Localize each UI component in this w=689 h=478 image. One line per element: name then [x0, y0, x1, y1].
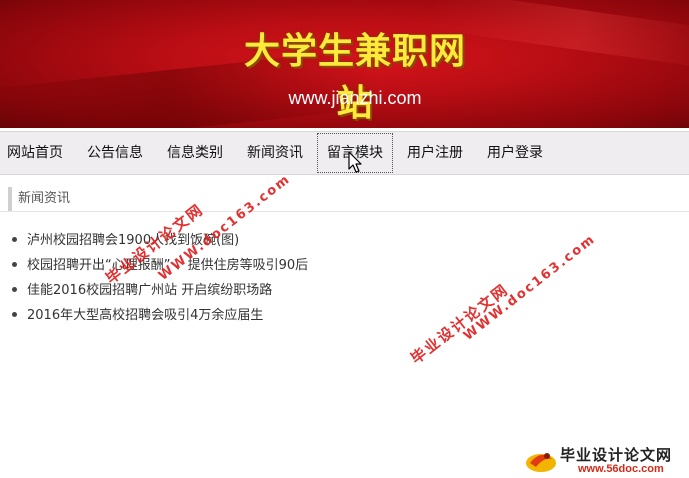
news-link[interactable]: 佳能2016校园招聘广州站 开启缤纷职场路 [27, 283, 272, 298]
site-banner: 大学生兼职网站 www.jianzhi.com [0, 0, 689, 128]
news-link[interactable]: 2016年大型高校招聘会吸引4万余应届生 [27, 308, 263, 323]
site-title: 大学生兼职网站 [243, 31, 466, 124]
logo-icon [526, 453, 556, 472]
section-title: 新闻资讯 [8, 187, 689, 211]
corner-logo: 毕业设计论文网 www.56doc.com [520, 443, 689, 478]
news-link[interactable]: 校园招聘开出“心理报酬” 、提供住房等吸引90后 [27, 258, 308, 273]
corner-logo-url: www.56doc.com [578, 463, 664, 475]
nav-item-news[interactable]: 新闻资讯 [247, 134, 303, 172]
news-link[interactable]: 泸州校园招聘会1900人找到饭碗(图) [27, 233, 239, 248]
bullet-icon [12, 287, 17, 292]
section-divider [0, 211, 689, 212]
news-list: 泸州校园招聘会1900人找到饭碗(图) 校园招聘开出“心理报酬” 、提供住房等吸… [12, 228, 512, 328]
bullet-icon [12, 262, 17, 267]
bullet-icon [12, 312, 17, 317]
bullet-icon [12, 237, 17, 242]
nav-item-categories[interactable]: 信息类别 [167, 134, 223, 172]
main-nav: 网站首页 公告信息 信息类别 新闻资讯 留言模块 用户注册 用户登录 [0, 131, 689, 175]
nav-item-register[interactable]: 用户注册 [407, 134, 463, 172]
list-item: 佳能2016校园招聘广州站 开启缤纷职场路 [12, 278, 512, 303]
list-item: 泸州校园招聘会1900人找到饭碗(图) [12, 228, 512, 253]
corner-logo-text: 毕业设计论文网 [560, 446, 673, 464]
mouse-cursor-icon [348, 151, 362, 173]
site-url: www.jianzhi.com [288, 88, 422, 108]
nav-item-announcements[interactable]: 公告信息 [87, 134, 143, 172]
list-item: 校园招聘开出“心理报酬” 、提供住房等吸引90后 [12, 253, 512, 278]
nav-item-home[interactable]: 网站首页 [7, 134, 63, 172]
nav-item-login[interactable]: 用户登录 [487, 134, 543, 172]
list-item: 2016年大型高校招聘会吸引4万余应届生 [12, 303, 512, 328]
